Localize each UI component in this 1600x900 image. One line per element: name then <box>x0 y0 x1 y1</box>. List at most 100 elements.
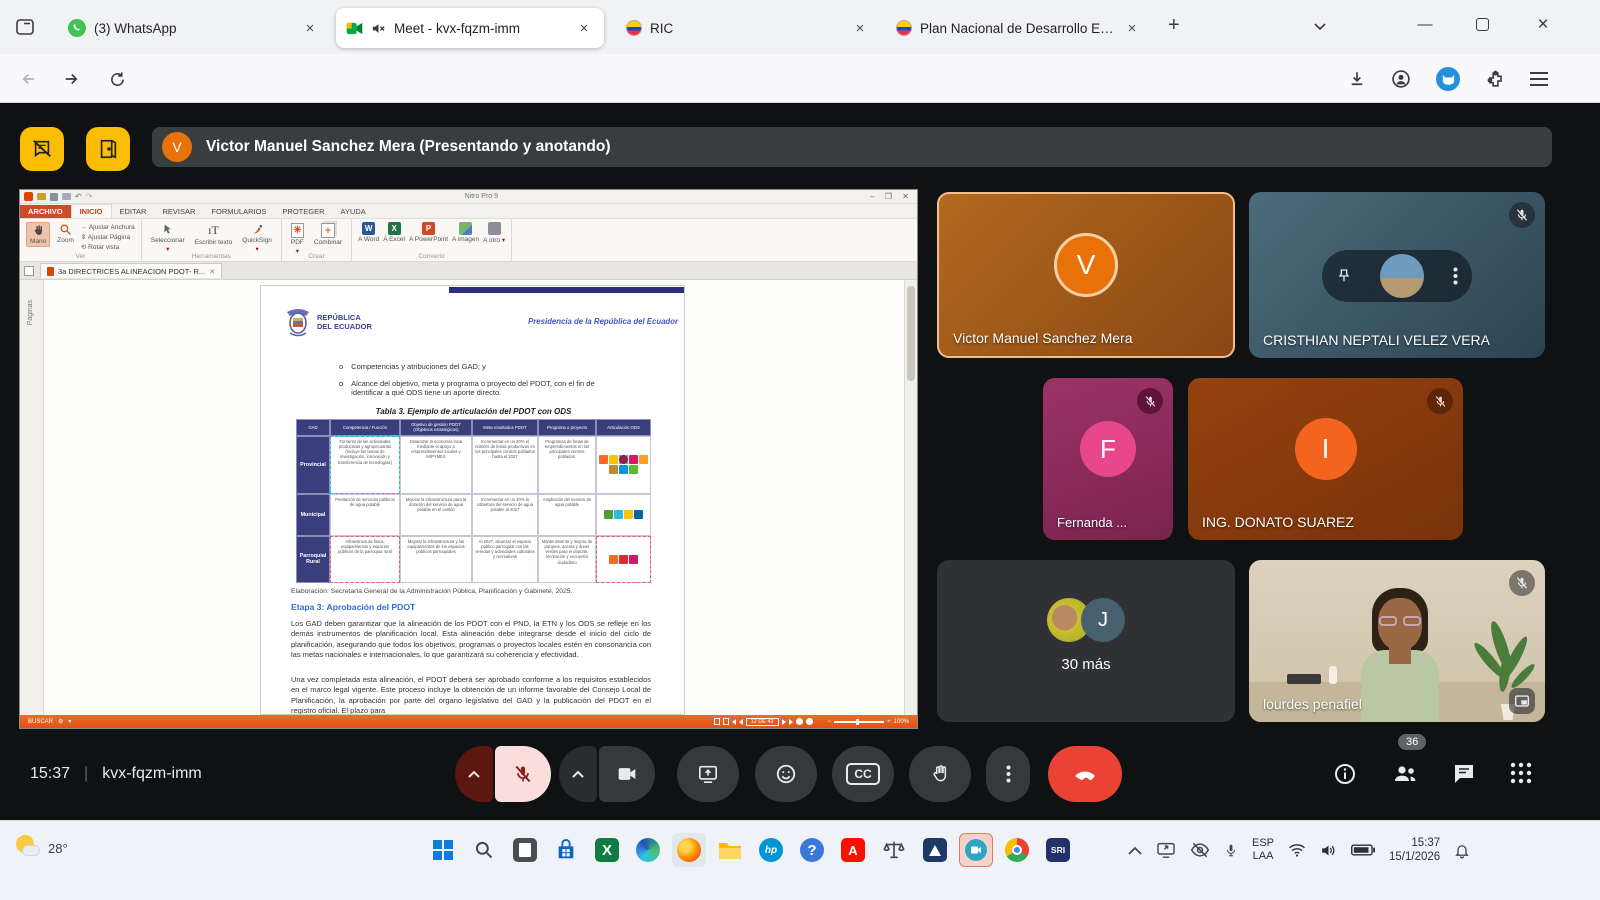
prev-page-icon[interactable] <box>739 719 743 725</box>
new-tab-button[interactable]: + <box>1168 14 1180 37</box>
file-explorer-icon[interactable] <box>713 833 747 867</box>
nitro-window-controls[interactable]: – ❒ ✕ <box>870 192 913 201</box>
window-restore-button[interactable] <box>1476 18 1489 31</box>
tile-fernanda[interactable]: F Fernanda ... <box>1043 378 1173 540</box>
pages-sidebar[interactable]: Páginas <box>20 280 44 715</box>
start-button-icon[interactable] <box>426 833 460 867</box>
layout-icon[interactable] <box>714 718 720 725</box>
captions-button[interactable]: CC <box>832 746 894 802</box>
extension-fox-icon[interactable] <box>1436 67 1460 91</box>
menu-hamburger-icon[interactable] <box>1524 64 1554 94</box>
eye-off-icon[interactable] <box>1190 842 1210 858</box>
a-powerpoint-button[interactable]: PA PowerPoint <box>409 222 448 243</box>
save-icon[interactable] <box>50 193 58 201</box>
tile-donato[interactable]: I ING. DONATO SUAREZ <box>1188 378 1463 540</box>
open-icon[interactable] <box>37 193 46 200</box>
hand-tool-button[interactable]: Mano <box>26 222 50 247</box>
more-options-icon[interactable] <box>1453 267 1458 285</box>
a-otro-button[interactable]: A otro ▾ <box>483 222 505 244</box>
buscar-label[interactable]: BUSCAR <box>28 719 53 725</box>
tile-more-participants[interactable]: J 30 más <box>937 560 1235 722</box>
layout-icon[interactable] <box>723 718 729 725</box>
seleccionar-button[interactable]: Seleccionar▾ <box>148 222 188 254</box>
hp-icon[interactable]: hp <box>754 833 788 867</box>
redo-icon[interactable]: ↷ <box>86 192 93 201</box>
print-icon[interactable] <box>62 193 71 200</box>
view-mode-icon[interactable] <box>796 718 803 725</box>
get-help-icon[interactable]: ? <box>795 833 829 867</box>
tab-formularios[interactable]: FORMULARIOS <box>203 205 274 218</box>
tab-meet[interactable]: Meet - kvx-fqzm-imm × <box>336 8 604 48</box>
account-icon[interactable] <box>1386 64 1416 94</box>
mic-in-use-icon[interactable] <box>1224 842 1238 859</box>
zoom-slider[interactable] <box>834 721 884 723</box>
wifi-icon[interactable] <box>1288 843 1306 857</box>
zoom-tool-button[interactable]: Zoom <box>54 222 77 245</box>
camera-app-active-icon[interactable] <box>959 833 993 867</box>
undo-icon[interactable]: ↶ <box>75 192 82 201</box>
firefox-icon[interactable] <box>672 833 706 867</box>
annotation-off-icon[interactable] <box>20 127 64 171</box>
tab-plan-nacional[interactable]: Plan Nacional de Desarrollo Ecu × <box>886 8 1152 48</box>
sri-icon[interactable]: SRI <box>1041 833 1075 867</box>
last-page-icon[interactable] <box>789 719 793 725</box>
ajustar-pagina-button[interactable]: ⇕ Ajustar Página <box>81 233 135 241</box>
window-close-button[interactable]: × <box>1526 14 1560 36</box>
escribir-texto-button[interactable]: ıT Escribir texto <box>192 222 236 247</box>
a-imagen-button[interactable]: A imagen <box>452 222 479 243</box>
crear-pdf-button[interactable]: ✳ PDF▾ <box>288 222 307 256</box>
close-icon[interactable]: × <box>574 20 594 37</box>
camera-options-chevron-icon[interactable] <box>559 746 597 802</box>
tab-whatsapp[interactable]: (3) WhatsApp × <box>58 8 330 48</box>
mic-options-chevron-icon[interactable] <box>455 746 493 802</box>
tile-victor[interactable]: V Victor Manuel Sanchez Mera <box>937 192 1235 358</box>
a-excel-button[interactable]: XA Excel <box>383 222 405 243</box>
mic-off-button[interactable] <box>495 746 551 802</box>
pin-icon[interactable] <box>1336 268 1352 284</box>
quicksign-button[interactable]: QuickSign▾ <box>239 222 275 254</box>
close-icon[interactable]: × <box>850 20 870 37</box>
speaker-icon[interactable] <box>1320 843 1337 858</box>
raise-hand-button[interactable] <box>909 746 971 802</box>
scales-icon[interactable] <box>877 833 911 867</box>
tab-ric[interactable]: RIC × <box>616 8 880 48</box>
firefox-view-icon[interactable] <box>10 12 40 42</box>
edge-icon[interactable] <box>631 833 665 867</box>
battery-icon[interactable] <box>1351 844 1375 856</box>
vertical-scrollbar[interactable] <box>904 280 917 715</box>
app-icon-dark[interactable] <box>508 833 542 867</box>
hang-up-button[interactable] <box>1048 746 1122 802</box>
tab-editar[interactable]: EDITAR <box>112 205 155 218</box>
tray-chevron-icon[interactable] <box>1128 846 1142 855</box>
language-indicator[interactable]: ESPLAA <box>1252 837 1274 863</box>
close-icon[interactable]: × <box>300 20 320 37</box>
microsoft-store-icon[interactable] <box>549 833 583 867</box>
combinar-button[interactable]: + Combinar <box>311 222 345 247</box>
taskbar-weather[interactable]: 28° <box>14 835 68 861</box>
tray-clock[interactable]: 15:3715/1/2026 <box>1389 836 1440 864</box>
more-options-button[interactable] <box>986 746 1030 802</box>
page-indicator[interactable]: 12 DE 42 <box>746 718 779 726</box>
a-word-button[interactable]: WA Word <box>358 222 379 243</box>
ajustar-anchura-button[interactable]: ↔ Ajustar Anchura <box>81 224 135 231</box>
pip-icon[interactable] <box>1509 688 1535 714</box>
chrome-icon[interactable] <box>1000 833 1034 867</box>
sidebar-toggle-icon[interactable] <box>24 266 34 276</box>
exit-door-icon[interactable] <box>86 127 130 171</box>
gear-icon[interactable]: ⚙ <box>58 718 63 725</box>
downloads-icon[interactable] <box>1342 64 1372 94</box>
close-icon[interactable]: × <box>1122 20 1142 37</box>
navy-app-icon[interactable] <box>918 833 952 867</box>
zoom-out-icon[interactable]: − <box>828 719 832 725</box>
participants-icon[interactable] <box>1392 762 1418 786</box>
reactions-emoji-button[interactable] <box>755 746 817 802</box>
back-icon[interactable] <box>14 64 44 94</box>
extensions-puzzle-icon[interactable] <box>1480 64 1510 94</box>
search-icon[interactable] <box>467 833 501 867</box>
tile-cristhian[interactable]: CRISTHIAN NEPTALI VELEZ VERA <box>1249 192 1545 358</box>
camera-button[interactable] <box>599 746 655 802</box>
tab-inicio[interactable]: INICIO <box>71 204 112 218</box>
tile-lourdes-video[interactable]: lourdes penafiel <box>1249 560 1545 722</box>
tab-revisar[interactable]: REVISAR <box>154 205 203 218</box>
tab-archivo[interactable]: ARCHIVO <box>20 205 71 218</box>
